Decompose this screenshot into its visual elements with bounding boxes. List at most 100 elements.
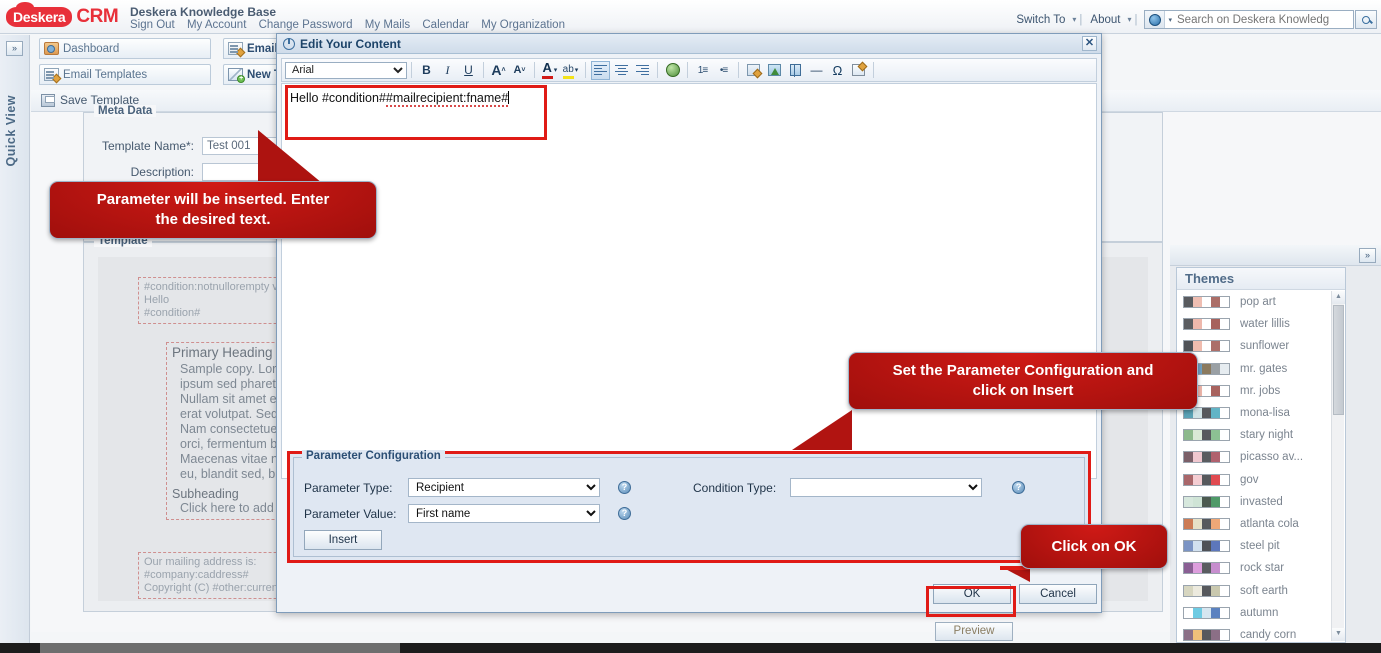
font-family-select[interactable]: ArialTimes New RomanCourier NewVerdanaTa… [285,61,407,79]
editor-plain-text: Hello #condition# [290,91,386,105]
divider [585,62,586,78]
theme-swatch [1183,540,1230,553]
theme-list-item[interactable]: sunflower [1177,335,1345,357]
search-input[interactable] [1175,12,1353,27]
theme-list-item[interactable]: soft earth [1177,579,1345,601]
theme-list-item[interactable]: stary night [1177,424,1345,446]
link-calendar[interactable]: Calendar [422,19,469,31]
insert-image-icon[interactable] [765,61,784,80]
theme-list-item[interactable]: pop art [1177,291,1345,313]
font-shrink-icon[interactable]: A ˅ [510,61,529,80]
search-button[interactable] [1355,10,1377,29]
themes-panel-collapse-button[interactable]: » [1359,248,1376,263]
theme-list-item[interactable]: water lillis [1177,313,1345,335]
bold-icon[interactable]: B [417,61,436,80]
preview-button[interactable]: Preview [935,622,1013,641]
condition-type-select[interactable]: Not null or emptyEquals [790,478,983,497]
theme-name: gov [1240,473,1259,486]
theme-list-item[interactable]: mr. jobs [1177,380,1345,402]
scroll-down-icon[interactable]: ▼ [1332,628,1345,641]
horizontal-rule-icon[interactable]: — [807,61,826,80]
scrollbar-thumb[interactable] [1333,305,1344,415]
divider [657,62,658,78]
theme-list-item[interactable]: invasted [1177,491,1345,513]
link-my-account[interactable]: My Account [187,19,246,31]
theme-list-item[interactable]: steel pit [1177,535,1345,557]
parameter-type-row: Parameter Type: RecipientCompanyOther ? … [304,478,1026,497]
chevron-down-icon: ▾ [1168,16,1172,24]
ordered-list-icon[interactable]: 1≡ [693,61,712,80]
insert-parameter-icon[interactable] [744,61,763,80]
theme-swatch [1183,584,1230,597]
parameter-type-label: Parameter Type: [304,480,393,495]
link-my-organization[interactable]: My Organization [481,19,565,31]
brand-product: CRM [76,6,119,27]
highlight-color-icon[interactable]: ab ▾ [561,61,580,80]
theme-list-item[interactable]: autumn [1177,602,1345,624]
callout-set-config: Set the Parameter Configuration and clic… [848,352,1198,410]
align-right-icon[interactable] [633,61,652,80]
help-icon[interactable]: ? [618,507,631,520]
theme-list-item[interactable]: picasso av... [1177,446,1345,468]
link-change-password[interactable]: Change Password [259,19,353,31]
unordered-list-icon[interactable]: •≡ [714,61,733,80]
themes-title: Themes [1177,268,1345,290]
link-my-mails[interactable]: My Mails [365,19,410,31]
dialog-titlebar[interactable]: Edit Your Content [277,34,1101,54]
cancel-button[interactable]: Cancel [1019,584,1097,604]
divider [483,62,484,78]
close-icon[interactable]: ✕ [1082,36,1097,51]
source-edit-icon[interactable] [849,61,868,80]
callout-line: click on Insert [972,382,1074,399]
theme-name: stary night [1240,429,1294,442]
theme-name: picasso av... [1240,451,1304,464]
insert-table-icon[interactable] [786,61,805,80]
rich-text-editor[interactable]: Hello #condition##mailrecipient:fname# [281,83,1097,479]
special-character-icon[interactable]: Ω [828,61,847,80]
brand-cloud-mark: Deskera [6,2,73,27]
themes-list[interactable]: pop art water lillis sunflower mr. gates mr.… [1177,291,1345,642]
theme-name: candy corn [1240,628,1297,641]
parameter-value-select[interactable]: First nameLast nameEmail [408,504,600,523]
about-menu[interactable]: About [1090,14,1120,26]
theme-list-item[interactable]: gov [1177,469,1345,491]
search-scope-selector[interactable] [1145,11,1166,28]
email-template-tab-icon [228,42,246,58]
edit-content-dialog: Edit Your Content ✕ ArialTimes New Roman… [276,33,1102,613]
theme-list-item[interactable]: mona-lisa [1177,402,1345,424]
divider: | [1134,13,1138,26]
editor-content[interactable]: Hello #condition##mailrecipient:fname# [282,84,1096,112]
font-grow-icon[interactable]: A ˄ [489,61,508,80]
theme-list-item[interactable]: atlanta cola [1177,513,1345,535]
link-sign-out[interactable]: Sign Out [130,19,175,31]
theme-name: mr. gates [1240,362,1288,375]
parameter-configuration-legend: Parameter Configuration [302,450,445,462]
help-icon[interactable]: ? [1012,481,1026,494]
theme-list-item[interactable]: candy corn [1177,624,1345,642]
font-color-icon[interactable]: A ▾ [540,61,559,80]
search-icon [1362,15,1370,24]
callout-line: Set the Parameter Configuration and [892,362,1154,379]
underline-icon[interactable]: U [459,61,478,80]
switch-to-menu[interactable]: Switch To [1016,14,1065,26]
scroll-up-icon[interactable]: ▲ [1332,291,1345,304]
sidebar-item-email-templates[interactable]: Email Templates [39,64,211,85]
theme-name: pop art [1240,296,1276,309]
align-left-icon[interactable] [591,60,610,80]
theme-name: water lillis [1240,318,1290,331]
parameter-value-label: Parameter Value: [304,506,397,521]
themes-scrollbar[interactable]: ▲ ▼ [1331,291,1345,641]
global-search[interactable]: ▾ [1144,10,1354,29]
application-root: Deskera CRM Deskera Knowledge Base Sign … [0,0,1381,653]
theme-list-item[interactable]: rock star [1177,557,1345,579]
theme-list-item[interactable]: mr. gates [1177,358,1345,380]
sidebar-item-dashboard[interactable]: Dashboard [39,38,211,59]
italic-icon[interactable]: I [438,61,457,80]
quick-view-expand-button[interactable]: » [6,41,23,56]
insert-button[interactable]: Insert [304,530,382,550]
help-icon[interactable]: ? [618,481,631,494]
insert-link-icon[interactable] [663,61,682,80]
parameter-type-select[interactable]: RecipientCompanyOther [408,478,600,497]
align-center-icon[interactable] [612,61,631,80]
divider: | [1079,13,1083,26]
